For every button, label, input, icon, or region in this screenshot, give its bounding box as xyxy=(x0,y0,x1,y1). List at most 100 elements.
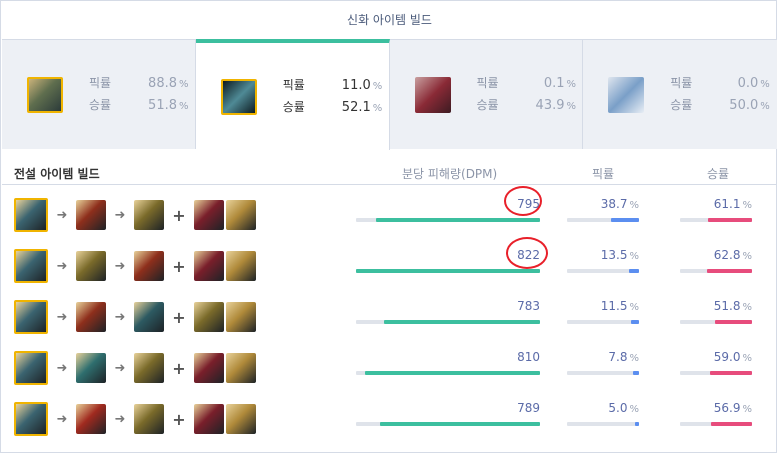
win-rate-value: 51.8 xyxy=(148,97,177,113)
mythic-item-icon[interactable] xyxy=(14,300,48,334)
mythic-item-icon[interactable] xyxy=(14,402,48,436)
annotation-circle xyxy=(504,186,542,216)
legendary-item-icon[interactable] xyxy=(194,353,224,383)
dpm-bar xyxy=(356,371,540,375)
mythic-tab-4[interactable]: 픽률 0.0% 승률 50.0% xyxy=(583,39,777,149)
win-rate-bar xyxy=(680,269,752,273)
legendary-item-icon[interactable] xyxy=(134,251,164,281)
win-rate-value: 62.8% xyxy=(713,248,752,262)
win-rate-bar xyxy=(680,371,752,375)
mythic-item-icon[interactable] xyxy=(14,198,48,232)
arrow-right-icon: ➜ xyxy=(114,360,126,376)
pick-rate-header: 픽률 xyxy=(592,167,615,181)
legendary-item-icon[interactable] xyxy=(134,200,164,230)
pick-rate-value: 88.8 xyxy=(148,75,177,91)
plus-icon: + xyxy=(172,307,186,327)
pick-rate-bar xyxy=(567,320,639,324)
legendary-item-icon[interactable] xyxy=(194,200,224,230)
dpm-bar xyxy=(356,269,540,273)
item-sequence: ➜ ➜ + xyxy=(14,300,256,334)
win-rate-value: 52.1 xyxy=(341,99,371,115)
pick-rate-value: 11.0 xyxy=(341,77,371,93)
win-rate-header: 승률 xyxy=(707,167,730,181)
legendary-item-icon[interactable] xyxy=(134,404,164,434)
build-table-header: 전설 아이템 빌드 분당 피해량(DPM) 픽률 승률 xyxy=(2,161,777,185)
arrow-right-icon: ➜ xyxy=(114,309,126,325)
dpm-value: 783 xyxy=(517,299,540,313)
dpm-value: 789 xyxy=(517,401,540,415)
pick-rate-bar xyxy=(567,371,639,375)
legendary-build-header: 전설 아이템 빌드 xyxy=(14,167,100,181)
build-row: ➜ ➜ +789 5.0% 56.9% xyxy=(2,392,777,445)
mythic-build-panel: 신화 아이템 빌드 픽률 88.8% 승률 51.8% 픽률 11.0% 승률 52.1… xyxy=(0,0,777,453)
item-sequence: ➜ ➜ + xyxy=(14,249,256,283)
legendary-item-icon[interactable] xyxy=(134,302,164,332)
item-sequence: ➜ ➜ + xyxy=(14,198,256,232)
legendary-item-icon[interactable] xyxy=(226,404,256,434)
dpm-bar-fill xyxy=(376,218,540,222)
legendary-item-icon[interactable] xyxy=(76,251,106,281)
legendary-item-icon[interactable] xyxy=(226,251,256,281)
legendary-item-icon[interactable] xyxy=(76,200,106,230)
win-rate-bar-fill xyxy=(714,320,752,324)
dpm-bar xyxy=(356,422,540,426)
dpm-bar-fill xyxy=(356,269,540,273)
mythic-tab-2[interactable]: 픽률 11.0% 승률 52.1% xyxy=(195,39,390,150)
dpm-bar-fill xyxy=(379,422,540,426)
legendary-item-icon[interactable] xyxy=(226,302,256,332)
plus-icon: + xyxy=(172,409,186,429)
pick-rate-value: 0.0 xyxy=(737,75,759,91)
panel-title: 신화 아이템 빌드 xyxy=(347,13,432,27)
mythic-item-icon[interactable] xyxy=(14,249,48,283)
mythic-item-icon-3 xyxy=(414,76,451,113)
dpm-bar-fill xyxy=(365,371,540,375)
arrow-right-icon: ➜ xyxy=(56,258,68,274)
legendary-item-icon[interactable] xyxy=(194,302,224,332)
build-row: ➜ ➜ +810 7.8% 59.0% xyxy=(2,341,777,394)
pick-rate-value: 38.7% xyxy=(600,197,639,211)
arrow-right-icon: ➜ xyxy=(56,411,68,427)
annotation-circle xyxy=(506,237,548,269)
arrow-right-icon: ➜ xyxy=(56,207,68,223)
mythic-item-icon-1 xyxy=(27,76,63,113)
pick-rate-label: 픽률 xyxy=(89,75,112,90)
build-row: ➜ ➜ +783 11.5% 51.8% xyxy=(2,290,777,343)
legendary-item-icon[interactable] xyxy=(194,404,224,434)
win-rate-label: 승률 xyxy=(282,99,305,114)
win-rate-label: 승률 xyxy=(670,97,693,112)
legendary-item-icon[interactable] xyxy=(226,200,256,230)
item-sequence: ➜ ➜ + xyxy=(14,402,256,436)
mythic-item-icon[interactable] xyxy=(14,351,48,385)
win-rate-value: 43.9 xyxy=(535,97,565,113)
dpm-bar xyxy=(356,218,540,222)
build-row: ➜ ➜ +822 13.5% 62.8% xyxy=(2,239,777,292)
legendary-item-icon[interactable] xyxy=(76,302,106,332)
pick-rate-bar-fill xyxy=(635,422,639,426)
legendary-item-icon[interactable] xyxy=(194,251,224,281)
win-rate-value: 56.9% xyxy=(713,401,752,415)
mythic-tab-3[interactable]: 픽률 0.1% 승률 43.9% xyxy=(389,39,584,149)
win-rate-value: 51.8% xyxy=(713,299,752,313)
win-rate-label: 승률 xyxy=(89,97,112,112)
arrow-right-icon: ➜ xyxy=(114,411,126,427)
legendary-item-icon[interactable] xyxy=(76,353,106,383)
win-rate-bar xyxy=(680,218,752,222)
pick-rate-value: 13.5% xyxy=(600,248,639,262)
pick-rate-bar xyxy=(567,269,639,273)
dpm-bar-fill xyxy=(383,320,540,324)
mythic-tab-1[interactable]: 픽률 88.8% 승률 51.8% xyxy=(2,39,196,149)
legendary-item-icon[interactable] xyxy=(226,353,256,383)
dpm-value: 810 xyxy=(517,350,540,364)
pick-rate-label: 픽률 xyxy=(670,75,693,90)
legendary-item-icon[interactable] xyxy=(134,353,164,383)
pick-rate-value: 11.5% xyxy=(600,299,639,313)
win-rate-bar xyxy=(680,320,752,324)
plus-icon: + xyxy=(172,256,186,276)
dpm-bar xyxy=(356,320,540,324)
mythic-item-icon-2 xyxy=(220,78,257,115)
arrow-right-icon: ➜ xyxy=(56,360,68,376)
arrow-right-icon: ➜ xyxy=(114,258,126,274)
pick-rate-value: 0.1 xyxy=(543,75,565,91)
pick-rate-bar-fill xyxy=(633,371,639,375)
legendary-item-icon[interactable] xyxy=(76,404,106,434)
